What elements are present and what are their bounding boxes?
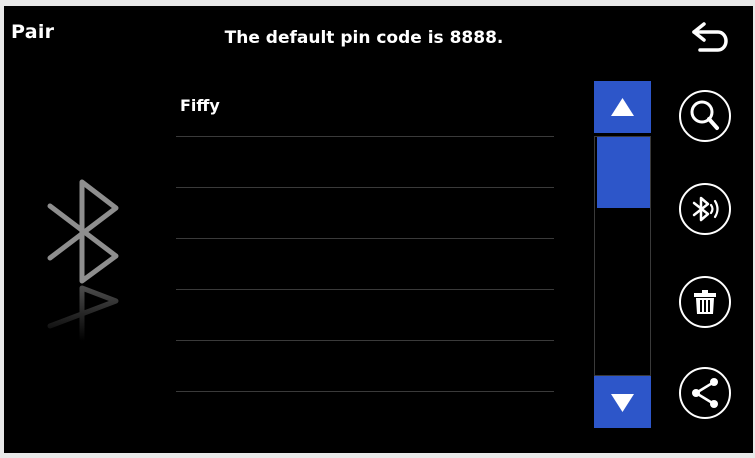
list-item[interactable] xyxy=(176,137,554,188)
search-icon xyxy=(690,100,719,130)
scroll-down-button[interactable] xyxy=(594,376,651,428)
back-arrow-icon xyxy=(692,22,728,52)
search-button[interactable] xyxy=(679,90,731,142)
bluetooth-audio-icon xyxy=(692,196,719,222)
scroll-up-button[interactable] xyxy=(594,81,651,133)
back-button[interactable] xyxy=(688,20,732,60)
device-name: Fiffy xyxy=(180,96,220,115)
list-item[interactable] xyxy=(176,239,554,290)
delete-button[interactable] xyxy=(679,276,731,328)
list-item[interactable] xyxy=(176,290,554,341)
list-item[interactable] xyxy=(176,341,554,392)
share-button[interactable] xyxy=(679,367,731,419)
bluetooth-icon xyxy=(42,176,132,356)
device-list: Fiffy xyxy=(176,86,554,392)
triangle-up-icon xyxy=(611,98,634,116)
list-item[interactable] xyxy=(176,188,554,239)
scrollbar-thumb[interactable] xyxy=(597,137,650,208)
bluetooth-audio-button[interactable] xyxy=(679,183,731,235)
pin-code-message: The default pin code is 8888. xyxy=(224,28,504,48)
triangle-down-icon xyxy=(611,394,634,412)
trash-icon xyxy=(694,290,716,314)
list-item[interactable]: Fiffy xyxy=(176,86,554,137)
pair-screen: Pair The default pin code is 8888. Fiffy xyxy=(4,6,753,453)
share-icon xyxy=(692,378,718,408)
